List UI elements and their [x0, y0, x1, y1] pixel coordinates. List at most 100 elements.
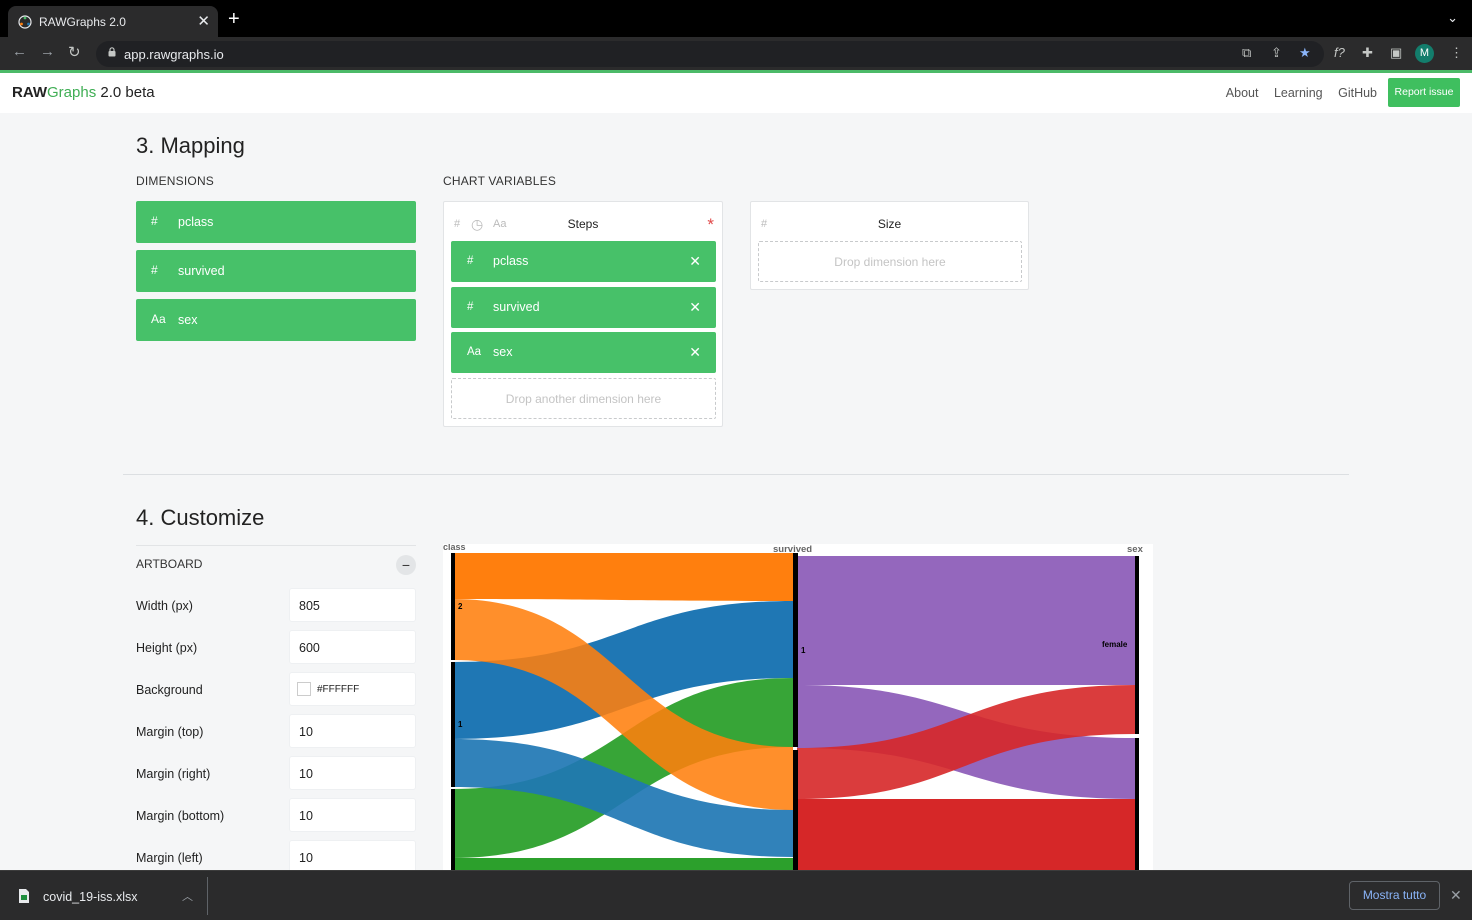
height-label: Height (px): [136, 641, 198, 655]
node-label-sex-female: female: [1102, 640, 1128, 649]
dimension-survived[interactable]: # survived: [136, 250, 416, 292]
margin-right-label: Margin (right): [136, 767, 211, 781]
report-issue-button[interactable]: Report issue: [1388, 78, 1460, 107]
collapse-minus-icon[interactable]: −: [396, 555, 416, 575]
width-input[interactable]: 805: [289, 588, 416, 622]
artboard-panel-header[interactable]: ARTBOARD −: [136, 545, 416, 580]
node-label-survived-1: 1: [801, 646, 806, 655]
extensions-puzzle-icon[interactable]: ✚: [1362, 45, 1373, 61]
node-bar-pclass-b: [451, 662, 455, 787]
browser-tab[interactable]: RAWGraphs 2.0 ✕: [8, 6, 218, 37]
dimension-label: survived: [178, 264, 225, 278]
remove-close-icon[interactable]: ✕: [689, 253, 701, 270]
text-type-icon: Aa: [151, 312, 166, 326]
app-header: RAWGraphs 2.0 beta About Learning GitHub…: [0, 73, 1472, 113]
reload-icon[interactable]: ↻: [68, 43, 81, 61]
chip-label: pclass: [493, 254, 529, 268]
section-divider: [123, 474, 1349, 475]
spreadsheet-file-icon: [19, 889, 29, 903]
step-label-pclass: class: [443, 544, 466, 552]
side-panel-icon[interactable]: ▣: [1390, 45, 1402, 61]
nav-about-link[interactable]: About: [1226, 86, 1259, 100]
mapped-chip-sex[interactable]: Aa sex ✕: [451, 332, 716, 373]
tab-search-chevron-icon[interactable]: ⌄: [1447, 10, 1458, 26]
rawgraphs-favicon-icon: [18, 15, 32, 29]
margin-right-input[interactable]: 10: [289, 756, 416, 790]
mapped-chip-survived[interactable]: # survived ✕: [451, 287, 716, 328]
profile-avatar[interactable]: M: [1415, 44, 1434, 63]
remove-close-icon[interactable]: ✕: [689, 299, 701, 316]
background-hex-value: #FFFFFF: [317, 684, 360, 695]
new-tab-icon[interactable]: +: [228, 8, 240, 31]
margin-top-label: Margin (top): [136, 725, 204, 739]
address-bar[interactable]: app.rawgraphs.io: [96, 41, 1324, 67]
browser-tab-strip: RAWGraphs 2.0 ✕ + ⌄: [0, 0, 1472, 37]
chip-label: sex: [493, 345, 513, 359]
nav-learning-link[interactable]: Learning: [1274, 86, 1323, 100]
mapped-chip-pclass[interactable]: # pclass ✕: [451, 241, 716, 282]
flow-green-to-1: [453, 858, 793, 870]
bookmark-star-icon[interactable]: ★: [1299, 45, 1311, 61]
artboard-heading: ARTBOARD: [136, 557, 203, 571]
background-color-swatch[interactable]: [297, 682, 311, 696]
node-bar-survived-0: [793, 750, 798, 870]
flow-purple-top: [797, 556, 1135, 685]
dimensions-heading: DIMENSIONS: [136, 174, 215, 188]
browser-toolbar: ← → ↻ app.rawgraphs.io ⧉ ⇪ ★ f? ✚ ▣ M ⋮: [0, 37, 1472, 70]
number-type-icon: #: [151, 214, 158, 228]
download-filename[interactable]: covid_19-iss.xlsx: [43, 890, 137, 904]
steps-drop-zone[interactable]: Drop another dimension here: [451, 378, 716, 419]
forward-arrow-icon[interactable]: →: [40, 43, 55, 60]
number-type-icon: #: [151, 263, 158, 277]
alluvial-chart-svg: class survived sex 2 1 1 female: [443, 544, 1144, 870]
node-bar-pclass-c: [451, 789, 455, 870]
number-type-icon: #: [467, 255, 474, 267]
downloads-bar: covid_19-iss.xlsx ︿ Mostra tutto ✕: [0, 870, 1472, 920]
app-logo[interactable]: RAWGraphs 2.0 beta: [12, 84, 155, 101]
size-title: Size: [877, 217, 902, 231]
height-input[interactable]: 600: [289, 630, 416, 664]
nav-github-link[interactable]: GitHub: [1338, 86, 1377, 100]
brand-version: 2.0 beta: [96, 84, 155, 101]
show-all-downloads-button[interactable]: Mostra tutto: [1349, 881, 1440, 910]
tab-title: RAWGraphs 2.0: [39, 15, 126, 29]
number-type-icon: #: [467, 301, 474, 313]
margin-left-input[interactable]: 10: [289, 840, 416, 874]
share-icon[interactable]: ⇪: [1271, 45, 1282, 61]
node-bar-pclass-a: [451, 553, 455, 660]
chevron-up-icon[interactable]: ︿: [182, 888, 193, 904]
size-variable-box: # Size Drop dimension here: [750, 201, 1029, 290]
flow-orange-to-1: [453, 553, 793, 601]
margin-bottom-label: Margin (bottom): [136, 809, 225, 823]
text-type-icon: Aa: [467, 346, 482, 358]
header-nav: About Learning GitHub: [1214, 86, 1377, 100]
remove-close-icon[interactable]: ✕: [689, 344, 701, 361]
brand-graphs: Graphs: [47, 84, 97, 101]
chip-label: survived: [493, 300, 540, 314]
customize-section-title: 4. Customize: [136, 505, 265, 530]
step-label-survived: survived: [773, 544, 812, 555]
lock-icon: [108, 47, 116, 57]
back-arrow-icon[interactable]: ←: [12, 43, 27, 60]
margin-top-input[interactable]: 10: [289, 714, 416, 748]
node-bar-survived-1: [793, 553, 798, 747]
tab-close-icon[interactable]: ✕: [197, 12, 210, 30]
dimension-sex[interactable]: Aa sex: [136, 299, 416, 341]
margin-bottom-input[interactable]: 10: [289, 798, 416, 832]
browser-menu-icon[interactable]: ⋮: [1450, 45, 1463, 61]
steps-title: Steps: [567, 217, 599, 231]
chart-variables-heading: CHART VARIABLES: [443, 174, 557, 188]
required-asterisk-icon: *: [707, 215, 714, 234]
translate-icon[interactable]: ⧉: [1242, 45, 1251, 61]
node-bar-sex-male: [1135, 738, 1139, 870]
dimension-label: sex: [178, 313, 198, 327]
size-drop-zone[interactable]: Drop dimension here: [758, 241, 1022, 282]
node-label-pclass-2: 2: [458, 602, 463, 611]
node-label-pclass-1: 1: [458, 720, 463, 729]
background-label: Background: [136, 683, 203, 697]
brand-raw: RAW: [12, 84, 47, 101]
close-downloads-icon[interactable]: ✕: [1450, 887, 1462, 904]
formula-extension-icon[interactable]: f?: [1334, 45, 1345, 60]
dimension-pclass[interactable]: # pclass: [136, 201, 416, 243]
mapping-section-title: 3. Mapping: [136, 133, 245, 158]
